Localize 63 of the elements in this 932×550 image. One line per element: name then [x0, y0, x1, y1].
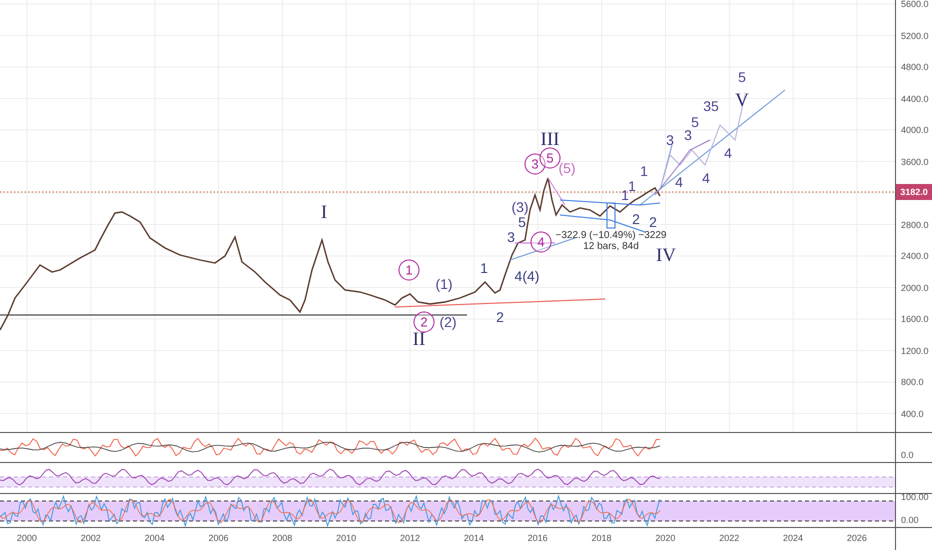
wave-label: 5 — [518, 214, 526, 230]
year-label: 2020 — [654, 532, 676, 545]
indicator-tick: 100.00 — [901, 492, 929, 502]
price-tick: 400.0 — [901, 408, 924, 418]
wave-label: (2) — [439, 314, 457, 330]
year-label: 2026 — [846, 532, 868, 545]
indicator-tick: 0.0 — [901, 450, 914, 460]
wave-label: 4 — [702, 170, 710, 186]
wave-label: 1 — [621, 187, 629, 203]
price-tick: 5600.0 — [901, 0, 929, 9]
wave-label: (5) — [558, 160, 576, 176]
wave-label: 2 — [632, 211, 640, 227]
price-tick: 4800.0 — [901, 62, 929, 72]
wave-label: 1 — [480, 260, 488, 276]
price-tick: 2400.0 — [901, 251, 929, 261]
wave-label: 3 — [666, 132, 674, 148]
wave-label: 3 — [507, 229, 515, 245]
wave-label: 5 — [540, 148, 560, 168]
wave-label: 2 — [496, 309, 504, 325]
year-label: 2014 — [462, 532, 485, 545]
wave-label: 3 — [524, 154, 546, 174]
price-tick: 4000.0 — [901, 125, 929, 135]
wave-label: 5 — [691, 114, 699, 130]
wave-label: 5 — [738, 69, 746, 85]
wave-label: 1 — [640, 163, 648, 179]
wave-label: 4(4) — [514, 268, 540, 284]
indicator-tick: 0.00 — [901, 515, 919, 525]
price-tick: 4400.0 — [901, 94, 929, 104]
wave-label: V — [735, 90, 749, 112]
price-tick: 3600.0 — [901, 156, 929, 166]
wave-label: I — [320, 202, 328, 224]
wave-label: 4 — [530, 232, 552, 252]
year-label: 2022 — [718, 532, 740, 545]
price-tick: 5200.0 — [901, 30, 929, 40]
wave-label: 2 — [649, 214, 657, 230]
year-label: 2012 — [398, 532, 421, 545]
wave-label: 2 — [414, 312, 434, 332]
price-tick: 1200.0 — [901, 346, 929, 356]
year-label: 2002 — [80, 532, 102, 545]
year-label: 2004 — [144, 532, 166, 545]
wave-label: IV — [656, 245, 676, 267]
wave-label: 3 — [684, 127, 692, 143]
wave-label: 4 — [724, 145, 732, 161]
wave-label: (1) — [435, 276, 453, 292]
wave-label: (3) — [511, 199, 529, 215]
wave-label: 1 — [398, 260, 420, 280]
current-price-badge: 3182.0 — [896, 184, 932, 200]
year-label: 2006 — [207, 532, 230, 545]
year-label: 2000 — [16, 532, 38, 545]
year-label: 2008 — [271, 532, 294, 545]
measure-span: 12 bars, 84d — [583, 241, 639, 252]
measure-change: −322.9 (−10.49%) −3229 — [556, 230, 666, 241]
price-tick: 2000.0 — [901, 282, 929, 292]
wave-label: 35 — [703, 98, 719, 114]
price-tick: 800.0 — [901, 377, 924, 387]
year-label: 2010 — [335, 532, 358, 545]
year-label: 2018 — [590, 532, 613, 545]
wave-label: 1 — [628, 178, 636, 194]
price-tick: 2800.0 — [901, 220, 929, 230]
price-tick: 1600.0 — [901, 314, 929, 324]
year-label: 2024 — [782, 532, 804, 545]
wave-label: 4 — [675, 174, 683, 190]
year-label: 2016 — [526, 532, 549, 545]
